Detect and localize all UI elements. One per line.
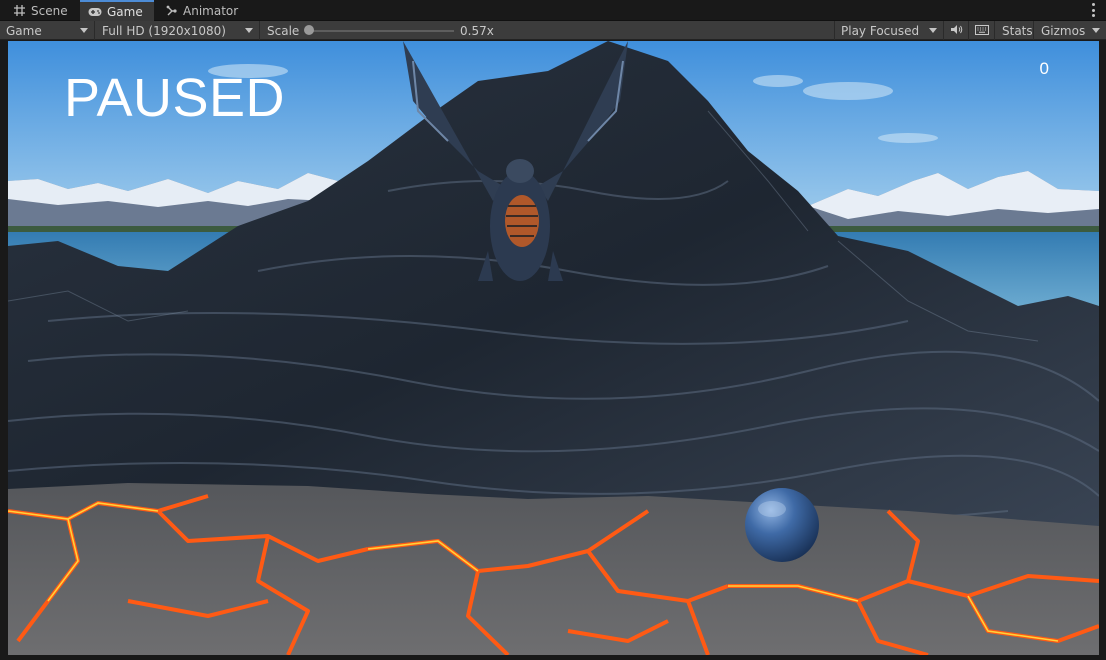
score-counter: 0 xyxy=(1039,59,1049,78)
paused-text: PAUSED xyxy=(64,68,286,128)
more-options-icon[interactable] xyxy=(1092,3,1096,17)
game-view-toolbar: Game Full HD (1920x1080) Scale 0.57x Pla… xyxy=(0,21,1106,40)
scale-label: Scale xyxy=(267,23,300,38)
shortcuts-button[interactable] xyxy=(970,21,995,40)
tab-animator-label: Animator xyxy=(183,3,239,18)
chevron-down-icon xyxy=(929,28,937,33)
grid-icon xyxy=(12,4,26,18)
play-mode-value: Play Focused xyxy=(841,23,920,38)
game-view-viewport[interactable]: PAUSED 0 xyxy=(8,41,1099,655)
scale-slider-track[interactable] xyxy=(308,30,454,32)
display-dropdown[interactable]: Game xyxy=(0,21,95,40)
gamepad-icon xyxy=(88,5,102,19)
player-ball xyxy=(745,488,819,562)
mute-audio-button[interactable] xyxy=(945,21,969,40)
tab-game[interactable]: Game xyxy=(80,0,154,21)
tab-scene-label: Scene xyxy=(31,3,68,18)
gizmos-label: Gizmos xyxy=(1041,23,1086,38)
scale-value: 0.57x xyxy=(454,21,514,40)
chevron-down-icon xyxy=(245,28,253,33)
chevron-down-icon xyxy=(1092,28,1100,33)
gizmos-dropdown[interactable]: Gizmos xyxy=(1035,21,1106,40)
editor-tab-bar: Scene Game Animator xyxy=(0,0,1106,21)
play-mode-dropdown[interactable]: Play Focused xyxy=(834,21,944,40)
stats-label: Stats xyxy=(1002,23,1033,38)
display-dropdown-value: Game xyxy=(6,23,42,38)
scale-value-text: 0.57x xyxy=(460,23,494,38)
tab-scene[interactable]: Scene xyxy=(4,0,76,21)
scale-slider-handle[interactable] xyxy=(304,25,314,35)
resolution-dropdown[interactable]: Full HD (1920x1080) xyxy=(96,21,260,40)
tab-game-label: Game xyxy=(107,4,143,19)
keyboard-icon xyxy=(975,24,989,38)
stats-button[interactable]: Stats xyxy=(996,21,1034,40)
animator-icon xyxy=(166,4,178,18)
tab-animator[interactable]: Animator xyxy=(158,0,242,21)
resolution-dropdown-value: Full HD (1920x1080) xyxy=(102,23,226,38)
chevron-down-icon xyxy=(80,28,88,33)
game-scene xyxy=(8,41,1099,655)
speaker-icon xyxy=(950,24,963,38)
